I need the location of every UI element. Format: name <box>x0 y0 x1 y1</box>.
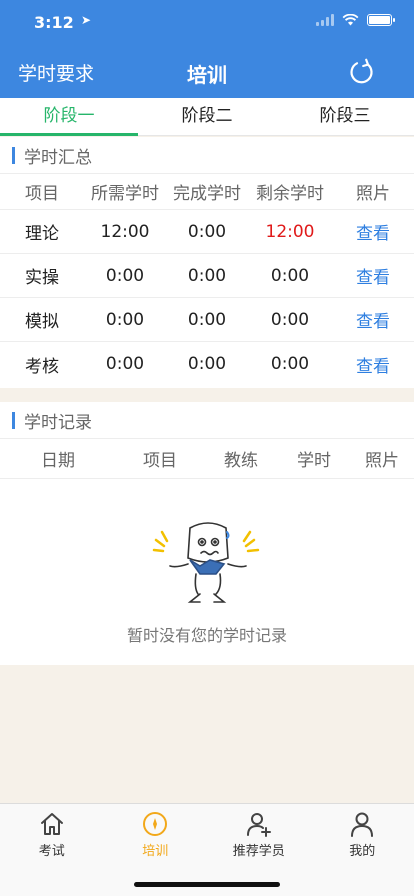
empty-state-text: 暂时没有您的学时记录 <box>126 626 287 645</box>
table-header: 日期 项目 教练 学时 照片 <box>0 439 414 479</box>
hours-records-panel: 学时记录 日期 项目 教练 学时 照片 暂时没有您的学时记录 <box>0 402 414 665</box>
table-row: 模拟 0:00 0:00 0:00 查看 <box>0 298 414 342</box>
tabbar-label: 我的 <box>349 844 376 859</box>
tabbar-label: 考试 <box>38 844 65 859</box>
column-header: 剩余学时 <box>256 184 324 204</box>
hours-summary-panel: 学时汇总 项目 所需学时 完成学时 剩余学时 照片 理论 12:00 0:00 … <box>0 137 414 388</box>
item-cell: 实操 <box>25 268 59 288</box>
done-cell: 0:00 <box>187 265 227 286</box>
tabbar-item-mine[interactable]: 我的 <box>311 804 414 896</box>
signal-icon <box>316 14 334 26</box>
column-header: 所需学时 <box>91 184 159 204</box>
item-cell: 模拟 <box>25 312 59 332</box>
stage-tabs: 阶段一 阶段二 阶段三 <box>0 98 414 136</box>
add-user-icon <box>246 813 271 837</box>
section-title: 学时汇总 <box>24 147 92 168</box>
required-cell: 0:00 <box>105 265 145 286</box>
column-header: 日期 <box>41 451 75 471</box>
view-photo-link[interactable]: 查看 <box>332 263 414 288</box>
view-photo-link[interactable]: 查看 <box>332 219 414 244</box>
remaining-cell: 0:00 <box>270 354 310 374</box>
battery-icon <box>367 14 395 26</box>
section-header: 学时汇总 <box>0 137 414 174</box>
compass-icon <box>143 812 168 836</box>
tab-stage-1[interactable]: 阶段一 <box>0 98 138 136</box>
required-cell: 0:00 <box>105 354 145 374</box>
section-marker <box>12 146 15 164</box>
table-header: 项目 所需学时 完成学时 剩余学时 照片 <box>0 174 414 210</box>
column-header: 完成学时 <box>173 184 241 204</box>
table-row: 实操 0:00 0:00 0:00 查看 <box>0 254 414 298</box>
tabbar-label: 培训 <box>142 844 169 859</box>
tabbar-label: 推荐学员 <box>232 844 285 859</box>
empty-state-illustration <box>152 522 260 603</box>
home-icon <box>40 813 63 835</box>
location-arrow-icon: ➤ <box>81 13 92 27</box>
header: 3:12 ➤ 学时要求 培训 <box>0 0 414 98</box>
section-title: 学时记录 <box>24 412 92 433</box>
remaining-cell: 12:00 <box>265 221 315 242</box>
column-header: 照片 <box>365 451 399 471</box>
tab-stage-2[interactable]: 阶段二 <box>138 98 276 135</box>
refresh-icon[interactable] <box>348 58 376 86</box>
column-header: 教练 <box>224 451 258 471</box>
done-cell: 0:00 <box>187 354 227 374</box>
table-row: 考核 0:00 0:00 0:00 查看 <box>0 342 414 386</box>
section-marker <box>12 411 15 429</box>
column-header: 项目 <box>25 184 59 204</box>
item-cell: 考核 <box>25 356 59 377</box>
tab-stage-3[interactable]: 阶段三 <box>276 98 414 135</box>
home-indicator <box>134 882 280 887</box>
done-cell: 0:00 <box>187 309 227 330</box>
wifi-icon <box>342 14 359 26</box>
column-header: 学时 <box>297 451 331 471</box>
table-row: 理论 12:00 0:00 12:00 查看 <box>0 210 414 254</box>
remaining-cell: 0:00 <box>270 309 310 330</box>
tabbar-item-exam[interactable]: 考试 <box>0 804 104 896</box>
section-header: 学时记录 <box>0 402 414 439</box>
status-bar: 3:12 ➤ <box>0 0 414 44</box>
view-photo-link[interactable]: 查看 <box>332 352 414 377</box>
view-photo-link[interactable]: 查看 <box>332 307 414 332</box>
done-cell: 0:00 <box>187 221 227 242</box>
item-cell: 理论 <box>25 224 59 244</box>
required-cell: 12:00 <box>100 221 150 242</box>
column-header: 项目 <box>143 451 177 471</box>
column-header: 照片 <box>356 184 390 204</box>
remaining-cell: 0:00 <box>270 265 310 286</box>
user-icon <box>351 812 374 837</box>
required-cell: 0:00 <box>105 309 145 330</box>
status-time: 3:12 <box>34 13 74 32</box>
